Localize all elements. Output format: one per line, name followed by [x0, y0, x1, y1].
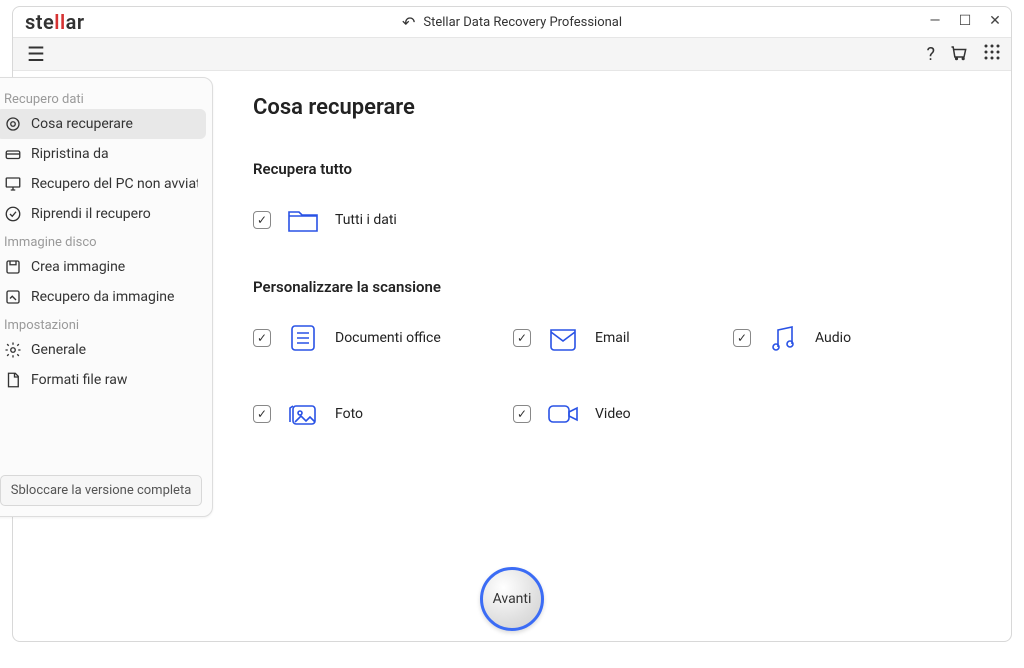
sidebar-section-settings: Impostazioni — [0, 312, 206, 335]
checkbox-photo[interactable] — [253, 405, 271, 423]
option-label: Foto — [335, 406, 363, 422]
drive-icon — [4, 145, 22, 163]
document-icon — [285, 320, 321, 356]
toolbar: ☰ ? — [13, 37, 1011, 71]
sidebar-item-label: Ripristina da — [31, 146, 109, 162]
option-label: Tutti i dati — [335, 212, 397, 228]
envelope-icon — [545, 320, 581, 356]
checkbox-video[interactable] — [513, 405, 531, 423]
video-icon — [545, 396, 581, 432]
sidebar-item-raw-formats[interactable]: Formati file raw — [0, 365, 206, 395]
minimize-button[interactable]: — — [927, 13, 943, 29]
monitor-icon — [4, 175, 22, 193]
sidebar-item-label: Crea immagine — [31, 259, 125, 275]
option-photo[interactable]: Foto — [253, 396, 453, 432]
save-icon — [4, 258, 22, 276]
checkbox-email[interactable] — [513, 329, 531, 347]
file-icon — [4, 371, 22, 389]
recover-all-title: Recupera tutto — [253, 160, 981, 178]
sidebar-item-label: Cosa recuperare — [31, 116, 133, 132]
next-button-label: Avanti — [493, 591, 532, 607]
cart-icon[interactable] — [949, 42, 969, 67]
sidebar-item-resume-recovery[interactable]: Riprendi il recupero — [0, 199, 206, 229]
sidebar-item-label: Recupero del PC non avviato — [31, 176, 198, 192]
sidebar-item-label: Generale — [31, 342, 86, 358]
sidebar-section-disk-image: Immagine disco — [0, 229, 206, 252]
photo-icon — [285, 396, 321, 432]
maximize-button[interactable]: ☐ — [957, 13, 973, 29]
app-title: Stellar Data Recovery Professional — [423, 15, 622, 30]
sidebar-item-restore-from[interactable]: Ripristina da — [0, 139, 206, 169]
option-label: Email — [595, 330, 630, 346]
titlebar: stellar ↶ Stellar Data Recovery Professi… — [13, 7, 1011, 37]
logo-mid: ll — [54, 10, 65, 34]
option-all-data[interactable]: Tutti i dati — [253, 202, 453, 238]
next-button[interactable]: Avanti — [480, 567, 544, 631]
music-icon — [765, 320, 801, 356]
checkbox-audio[interactable] — [733, 329, 751, 347]
close-button[interactable]: ✕ — [987, 13, 1003, 29]
sidebar-item-label: Recupero da immagine — [31, 289, 174, 305]
option-office[interactable]: Documenti office — [253, 320, 453, 356]
image-recover-icon — [4, 288, 22, 306]
sidebar-item-crashed-pc[interactable]: Recupero del PC non avviato — [0, 169, 206, 199]
menu-icon[interactable]: ☰ — [23, 40, 49, 68]
unlock-full-version-button[interactable]: Sbloccare la versione completa — [0, 475, 202, 506]
option-label: Documenti office — [335, 330, 441, 346]
sidebar-item-what-to-recover[interactable]: Cosa recuperare — [0, 109, 206, 139]
sidebar-section-recovery: Recupero dati — [0, 86, 206, 109]
logo: stellar — [25, 10, 85, 34]
help-icon[interactable]: ? — [926, 44, 935, 65]
option-audio[interactable]: Audio — [733, 320, 873, 356]
option-video[interactable]: Video — [513, 396, 673, 432]
back-icon[interactable]: ↶ — [402, 13, 415, 32]
checkbox-all-data[interactable] — [253, 211, 271, 229]
sidebar-item-label: Formati file raw — [31, 372, 127, 388]
resume-icon — [4, 205, 22, 223]
target-icon — [4, 115, 22, 133]
sidebar-item-label: Riprendi il recupero — [31, 206, 151, 222]
option-email[interactable]: Email — [513, 320, 673, 356]
logo-pre: ste — [25, 10, 54, 34]
gear-icon — [4, 341, 22, 359]
apps-icon[interactable] — [983, 43, 1001, 66]
sidebar-item-recover-from-image[interactable]: Recupero da immagine — [0, 282, 206, 312]
sidebar-item-general[interactable]: Generale — [0, 335, 206, 365]
customize-title: Personalizzare la scansione — [253, 278, 981, 296]
option-label: Audio — [815, 330, 851, 346]
option-label: Video — [595, 406, 631, 422]
sidebar: Recupero dati Cosa recuperare Ripristina… — [0, 77, 213, 517]
folder-icon — [285, 202, 321, 238]
logo-post: ar — [66, 10, 85, 34]
checkbox-office[interactable] — [253, 329, 271, 347]
page-title: Cosa recuperare — [253, 95, 981, 120]
sidebar-item-create-image[interactable]: Crea immagine — [0, 252, 206, 282]
